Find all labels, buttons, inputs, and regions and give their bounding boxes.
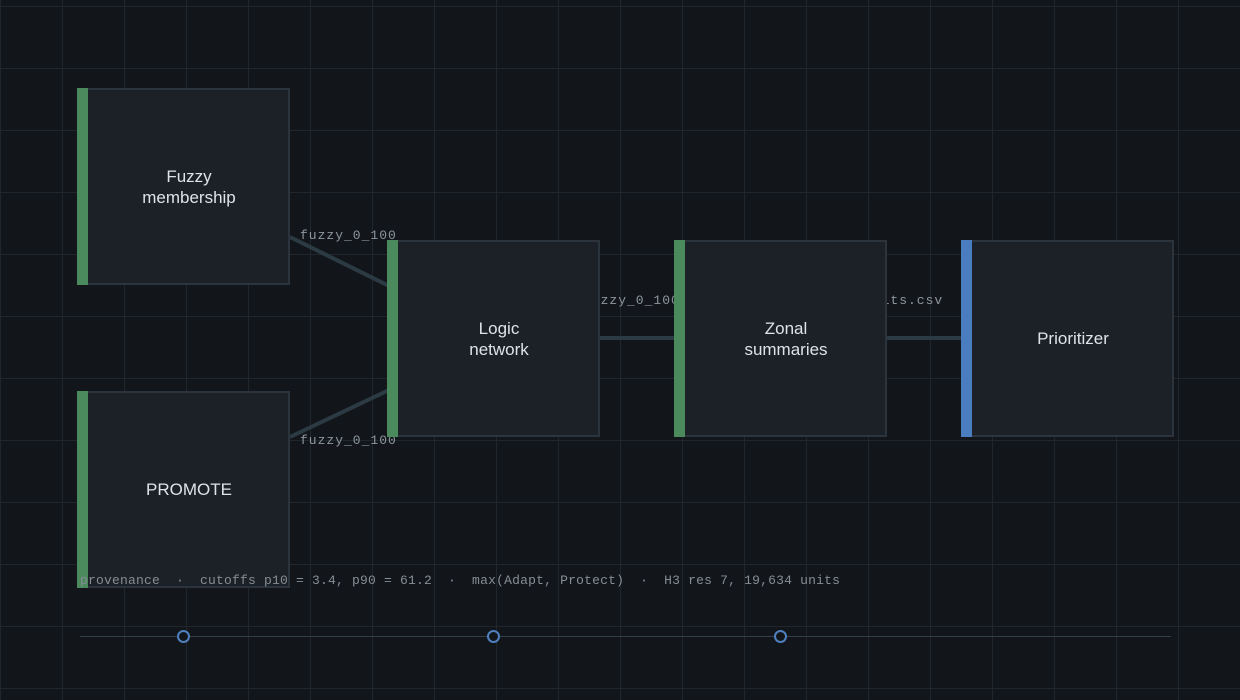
node-logic-network[interactable]: Logic network <box>387 240 600 437</box>
timeline-marker[interactable] <box>487 630 500 643</box>
timeline-marker[interactable] <box>774 630 787 643</box>
input-port-bar <box>674 240 685 437</box>
input-port-bar <box>77 88 88 285</box>
node-prioritizer[interactable]: Prioritizer <box>961 240 1174 437</box>
wire-label-fuzzy-to-logic: fuzzy_0_100 <box>300 228 397 243</box>
input-port-bar <box>77 391 88 588</box>
node-label: Zonal summaries <box>744 318 828 359</box>
output-port-bar <box>961 240 972 437</box>
wire-label-promote-to-logic: fuzzy_0_100 <box>300 433 397 448</box>
node-label: Prioritizer <box>1037 329 1109 348</box>
node-label: Fuzzy membership <box>142 166 236 207</box>
timeline-marker[interactable] <box>177 630 190 643</box>
node-promote[interactable]: PROMOTE <box>77 391 290 588</box>
node-fuzzy-membership[interactable]: Fuzzy membership <box>77 88 290 285</box>
node-label: Logic network <box>469 318 529 359</box>
wire-promote-to-logic[interactable] <box>289 388 390 439</box>
timeline-track <box>80 636 1171 637</box>
node-zonal-summaries[interactable]: Zonal summaries <box>674 240 887 437</box>
input-port-bar <box>387 240 398 437</box>
wire-fuzzy-to-logic[interactable] <box>289 235 390 288</box>
provenance-line: provenance · cutoffs p10 = 3.4, p90 = 61… <box>80 573 841 588</box>
node-label: PROMOTE <box>146 480 232 499</box>
